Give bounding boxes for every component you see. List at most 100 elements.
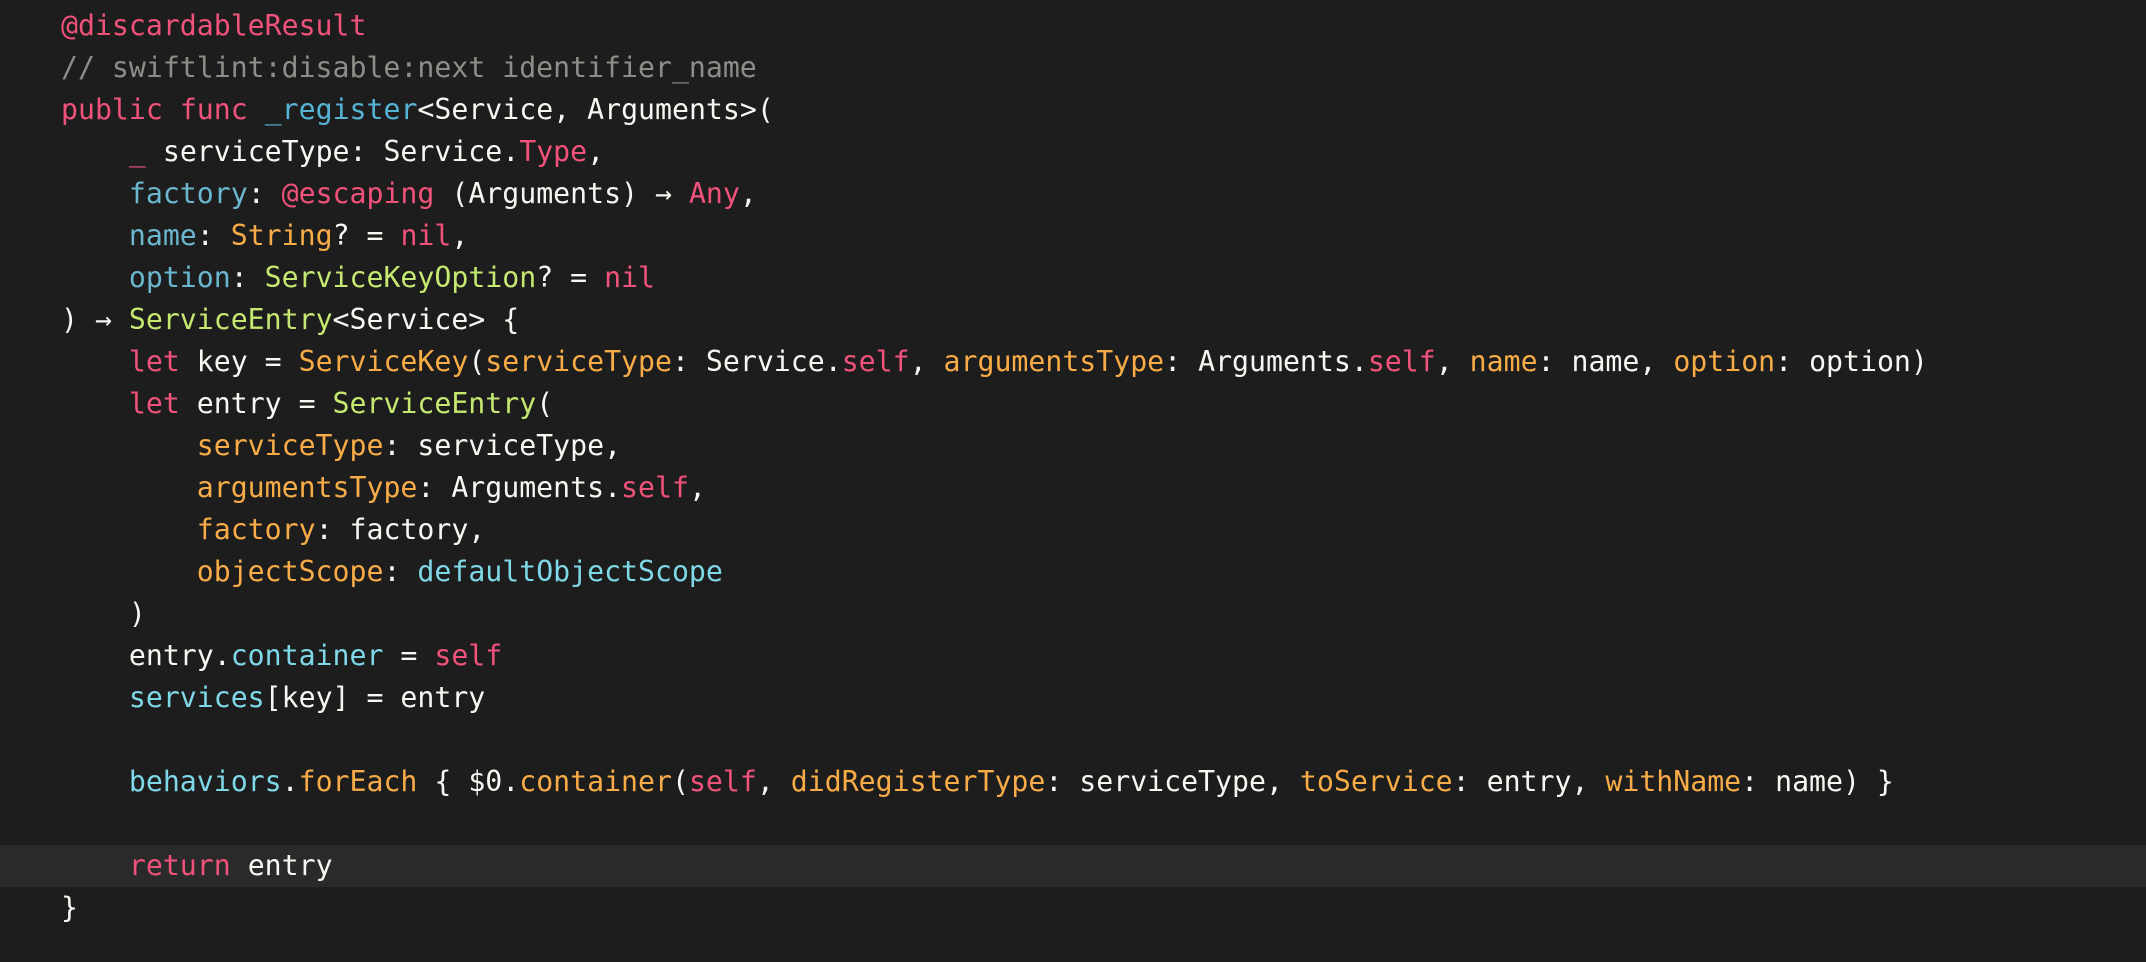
code-token-plain: :	[196, 219, 231, 252]
code-token-plain: =	[383, 639, 435, 672]
code-token-function: _register	[264, 93, 418, 126]
code-line-content: @discardableResult	[61, 5, 366, 47]
code-token-plain: ,	[909, 345, 944, 378]
code-editor[interactable]: @discardableResult // swiftlint:disable:n…	[0, 0, 2146, 962]
code-token-arg-label: String	[230, 219, 333, 252]
code-line[interactable]: let key = ServiceKey(serviceType: Servic…	[0, 341, 2146, 383]
code-token-arg-label: toService	[1299, 765, 1453, 798]
code-token-property: container	[230, 639, 384, 672]
code-line[interactable]: services[key] = entry	[0, 677, 2146, 719]
code-line[interactable]: option: ServiceKeyOption? = nil	[0, 257, 2146, 299]
code-line[interactable]: factory: @escaping (Arguments) → Any,	[0, 173, 2146, 215]
code-token-plain: [key] = entry	[264, 681, 486, 714]
code-line[interactable]: public func _register<Service, Arguments…	[0, 89, 2146, 131]
code-token-keyword: self	[1367, 345, 1436, 378]
code-token-plain: : name) }	[1741, 765, 1894, 798]
code-token-keyword: _	[128, 135, 146, 168]
code-token-plain: }	[61, 891, 78, 924]
code-line-content: name: String? = nil,	[61, 215, 468, 257]
code-token-plain: ,	[587, 135, 605, 168]
code-token-plain: ,	[1435, 345, 1470, 378]
code-line[interactable]	[0, 803, 2146, 845]
code-token-arg-label: serviceType	[485, 345, 672, 378]
code-token-type: ServiceEntry	[332, 387, 537, 420]
code-line-content: services[key] = entry	[61, 677, 485, 719]
code-line[interactable]: @discardableResult	[0, 5, 2146, 47]
code-token-keyword: @discardableResult	[61, 9, 367, 42]
code-token-plain: entry.	[61, 639, 231, 672]
code-line[interactable]: argumentsType: Arguments.self,	[0, 467, 2146, 509]
code-line-content: _ serviceType: Service.Type,	[61, 131, 604, 173]
code-token-plain: : Service.	[671, 345, 842, 378]
code-line-content: factory: factory,	[61, 509, 486, 551]
code-token-plain: key =	[179, 345, 299, 378]
code-line[interactable]: // swiftlint:disable:next identifier_nam…	[0, 47, 2146, 89]
code-token-keyword: self	[434, 639, 503, 672]
code-line[interactable]: objectScope: defaultObjectScope	[0, 551, 2146, 593]
code-line[interactable]: let entry = ServiceEntry(	[0, 383, 2146, 425]
code-line[interactable]: serviceType: serviceType,	[0, 425, 2146, 467]
code-token-param-label: name	[128, 219, 197, 252]
code-token-keyword: Any	[688, 177, 740, 210]
code-token-plain: entry	[230, 849, 333, 882]
code-token-arg-label: withName	[1605, 765, 1742, 798]
code-token-arg-label: name	[1469, 345, 1538, 378]
code-token-arg-label: factory	[196, 513, 316, 546]
code-line-content: serviceType: serviceType,	[61, 425, 621, 467]
code-token-plain: )	[61, 597, 146, 630]
code-line-content: ) → ServiceEntry<Service> {	[61, 299, 519, 341]
code-line[interactable]: ) → ServiceEntry<Service> {	[0, 299, 2146, 341]
code-token-plain: { $0.	[417, 765, 520, 798]
code-line-content: )	[61, 593, 146, 635]
code-line-content: argumentsType: Arguments.self,	[61, 467, 706, 509]
code-line[interactable]	[0, 719, 2146, 761]
code-token-plain: ? =	[536, 261, 605, 294]
code-line[interactable]: _ serviceType: Service.Type,	[0, 131, 2146, 173]
code-line[interactable]: behaviors.forEach { $0.container(self, d…	[0, 761, 2146, 803]
code-token-plain: <Service> {	[332, 303, 520, 336]
code-line[interactable]: factory: factory,	[0, 509, 2146, 551]
code-token-arg-label: didRegisterType	[790, 765, 1046, 798]
code-token-keyword: self	[621, 471, 689, 504]
code-line[interactable]: )	[0, 593, 2146, 635]
code-token-arg-label: argumentsType	[943, 345, 1165, 378]
code-line-content: return entry	[61, 845, 333, 887]
code-token-plain: serviceType: Service.	[145, 135, 520, 168]
code-token-keyword: func	[179, 93, 248, 126]
code-token-plain: : entry,	[1452, 765, 1606, 798]
code-token-arg-label: forEach	[298, 765, 418, 798]
code-token-keyword: return	[128, 849, 231, 882]
code-token-plain: .	[281, 765, 299, 798]
code-token-plain: ) →	[61, 303, 129, 336]
code-token-property: behaviors	[128, 765, 282, 798]
code-token-param-label: factory	[128, 177, 248, 210]
code-token-keyword: nil	[604, 261, 656, 294]
code-line[interactable]: name: String? = nil,	[0, 215, 2146, 257]
code-line[interactable]: return entry	[0, 845, 2146, 887]
code-token-keyword: nil	[400, 219, 452, 252]
code-token-plain: (	[671, 765, 689, 798]
code-token-keyword: self	[841, 345, 910, 378]
code-token-plain: :	[247, 177, 282, 210]
code-line[interactable]: entry.container = self	[0, 635, 2146, 677]
code-token-type: ServiceEntry	[128, 303, 333, 336]
code-token-plain: (Arguments) →	[434, 177, 689, 210]
code-token-plain: : Arguments.	[1164, 345, 1368, 378]
code-line[interactable]: }	[0, 887, 2146, 929]
code-token-keyword: public	[61, 93, 163, 126]
code-token-arg-label: serviceType	[196, 429, 384, 462]
code-line-content: }	[61, 887, 78, 929]
code-token-plain: : factory,	[315, 513, 486, 546]
code-token-plain: : Arguments.	[417, 471, 622, 504]
